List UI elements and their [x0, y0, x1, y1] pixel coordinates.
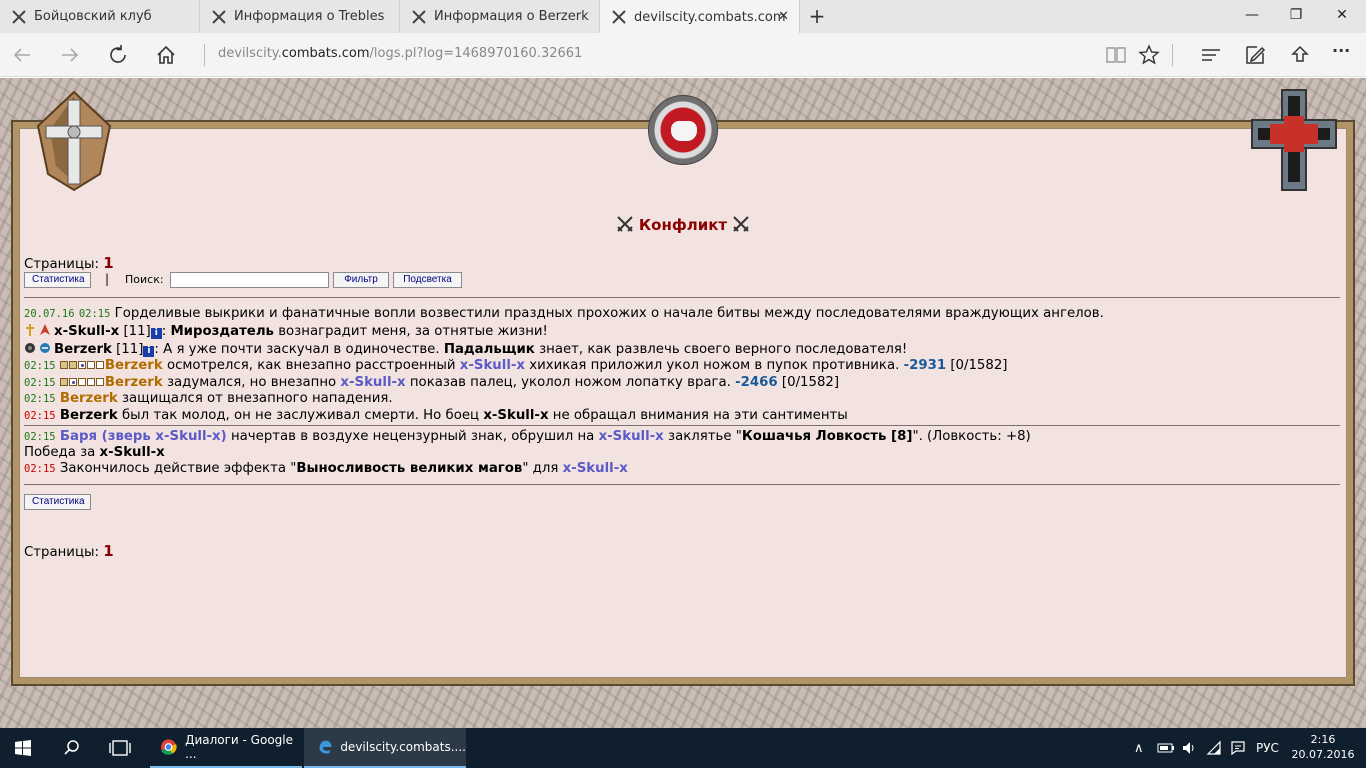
log-line: 20.07.16 02:15 Горделивые выкрики и фана…	[24, 306, 1104, 321]
log-line: 02:15 Berzerk осмотрелся, как внезапно р…	[24, 358, 1008, 373]
log-line: Berzerk [11] i: А я уже почти заскучал в …	[24, 342, 907, 358]
tab-strip: Бойцовский клуб Информация о Trebles Инф…	[0, 0, 1366, 34]
pages-label: Страницы:	[24, 545, 99, 560]
address-host: combats.com	[281, 46, 370, 61]
home-icon[interactable]	[154, 43, 178, 67]
favorite-star-icon[interactable]	[1137, 43, 1161, 67]
crossed-swords-icon	[212, 9, 226, 24]
action-center-icon[interactable]	[1230, 740, 1246, 756]
web-note-icon[interactable]	[1243, 43, 1267, 67]
search-input[interactable]	[170, 272, 329, 288]
pages-label: Страницы:	[24, 257, 99, 272]
log-line: 02:15 Berzerk задумался, но внезапно x-S…	[24, 375, 840, 390]
toolbar-separator: |	[105, 272, 110, 286]
restore-button[interactable]: ❐	[1286, 7, 1306, 23]
taskbar-item-edge[interactable]: devilscity.combats....	[304, 728, 466, 768]
page-link[interactable]: 1	[103, 542, 113, 560]
taskbar: Диалоги - Google ... devilscity.combats.…	[0, 728, 1366, 768]
more-icon[interactable]: ···	[1332, 41, 1356, 65]
dark-cross-emblem	[1251, 89, 1337, 191]
hit-zones-icon	[59, 375, 105, 390]
log-line: x-Skull-x [11] i: Мироздатель вознаградит…	[24, 324, 548, 340]
tab-title: Информация о Trebles	[234, 9, 385, 24]
angel-cross-emblem	[36, 90, 112, 192]
divider	[24, 425, 1340, 426]
battery-icon[interactable]	[1157, 741, 1175, 755]
forward-icon[interactable]	[58, 43, 82, 67]
chrome-icon	[160, 739, 177, 755]
hit-zones-icon	[59, 358, 105, 373]
crossed-swords-icon	[733, 216, 750, 232]
address-path: /logs.pl?log=1468970160.32661	[369, 46, 583, 61]
taskbar-label: Диалоги - Google ...	[185, 733, 293, 761]
log-line: 02:15 Berzerk защищался от внезапного на…	[24, 391, 393, 406]
tab-devilscity[interactable]: devilscity.combats.com ✕	[600, 0, 800, 34]
battle-title: Конфликт	[0, 215, 1366, 234]
close-tab-icon[interactable]: ✕	[778, 9, 789, 24]
tab-title: devilscity.combats.com	[634, 9, 786, 25]
minimize-button[interactable]: —	[1242, 7, 1262, 23]
log-line: Победа за x-Skull-x	[24, 445, 165, 460]
windows-start-icon[interactable]	[15, 740, 31, 756]
crossed-swords-icon	[412, 9, 426, 24]
page-link[interactable]: 1	[103, 254, 113, 272]
log-line: 02:15 Закончилось действие эффекта "Выно…	[24, 461, 628, 476]
network-icon[interactable]	[1206, 740, 1222, 756]
search-icon[interactable]	[63, 739, 81, 757]
task-view-icon[interactable]	[109, 740, 131, 756]
crossed-swords-icon	[616, 216, 633, 232]
log-line: 02:15 Berzerk был так молод, он не заслу…	[24, 408, 848, 423]
info-icon[interactable]: i	[150, 328, 162, 339]
player-name[interactable]: x-Skull-x	[54, 324, 119, 339]
pages-row-bottom: Страницы: 1	[24, 542, 114, 560]
address-bar[interactable]: devilscity.combats.com/logs.pl?log=14689…	[218, 46, 582, 61]
statistics-button-bottom[interactable]: Статистика	[24, 494, 91, 510]
clock-date: 20.07.2016	[1291, 748, 1355, 761]
tab-title: Бойцовский клуб	[34, 9, 152, 24]
navigation-bar: devilscity.combats.com/logs.pl?log=14689…	[0, 33, 1366, 77]
language-indicator[interactable]: РУС	[1256, 728, 1279, 768]
tab-fight-club[interactable]: Бойцовский клуб	[0, 0, 200, 33]
player-name[interactable]: Berzerk	[54, 342, 112, 357]
dark-align-icon	[25, 343, 35, 353]
tab-info-berzerk[interactable]: Информация о Berzerk	[400, 0, 600, 33]
clan-badge-icon	[40, 343, 50, 353]
highlight-button[interactable]: Подсветка	[393, 272, 462, 288]
reading-view-icon[interactable]	[1104, 43, 1128, 67]
angel-align-icon	[26, 324, 34, 336]
taskbar-item-chrome[interactable]: Диалоги - Google ...	[150, 728, 302, 768]
crossed-swords-icon	[612, 10, 626, 24]
divider	[24, 297, 1340, 298]
crossed-swords-icon	[12, 9, 26, 24]
taskbar-label: devilscity.combats....	[340, 740, 466, 754]
edge-icon	[319, 740, 332, 754]
share-icon[interactable]	[1288, 43, 1312, 67]
clock[interactable]: 2:16 20.07.2016	[1290, 732, 1356, 762]
filter-button[interactable]: Фильтр	[333, 272, 389, 288]
page-title: Конфликт	[638, 216, 728, 234]
search-label: Поиск:	[125, 273, 164, 286]
pages-row: Страницы: 1	[24, 254, 114, 272]
statistics-button[interactable]: Статистика	[24, 272, 91, 288]
new-tab-button[interactable]: +	[806, 4, 828, 28]
refresh-icon[interactable]	[106, 43, 130, 67]
address-prefix: devilscity.	[218, 46, 282, 61]
clan-badge-icon	[40, 324, 50, 335]
hub-icon[interactable]	[1199, 43, 1223, 67]
clock-time: 2:16	[1310, 733, 1336, 746]
tab-info-trebles[interactable]: Информация о Trebles	[200, 0, 400, 33]
tab-title: Информация о Berzerk	[434, 9, 589, 24]
log-line: 02:15 Баря (зверь x-Skull-x) начертав в …	[24, 429, 1031, 444]
tray-expand-icon[interactable]: ∧	[1134, 728, 1144, 768]
back-icon[interactable]	[10, 43, 34, 67]
close-window-button[interactable]: ✕	[1332, 7, 1352, 23]
fight-club-emblem	[648, 95, 718, 165]
info-icon[interactable]: i	[143, 346, 155, 357]
divider	[24, 484, 1340, 485]
volume-icon[interactable]	[1181, 740, 1197, 756]
